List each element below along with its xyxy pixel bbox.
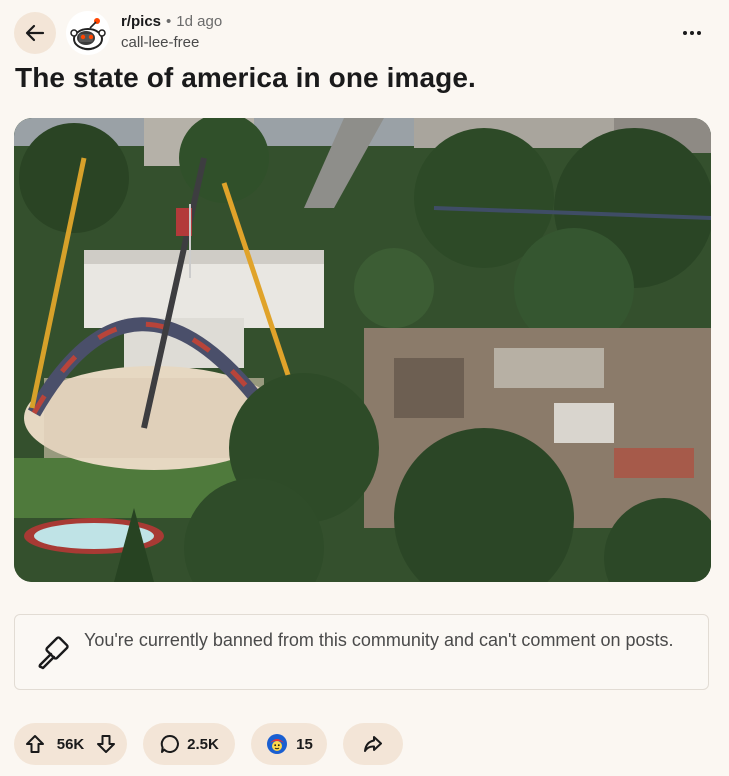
ellipsis-horizontal-icon (683, 31, 701, 35)
downvote-button[interactable] (95, 733, 117, 755)
post-action-bar: 56K 2.5K 15 (14, 723, 403, 765)
share-arrow-icon (364, 736, 382, 752)
comment-count: 2.5K (187, 735, 219, 753)
speech-bubble-icon (161, 734, 180, 753)
banned-notice-text: You're currently banned from this commun… (84, 630, 674, 650)
more-options-button[interactable] (677, 18, 707, 48)
subreddit-name[interactable]: r/pics (121, 13, 161, 32)
comments-button[interactable]: 2.5K (143, 723, 235, 765)
award-face-icon (267, 734, 288, 754)
vote-count: 56K (56, 735, 85, 753)
share-button[interactable] (343, 723, 403, 765)
back-button[interactable] (14, 12, 56, 54)
post-image[interactable] (14, 118, 711, 582)
arrow-down-icon (97, 735, 115, 753)
post-title: The state of america in one image. (15, 62, 476, 93)
aerial-photo-illustration (14, 118, 711, 582)
reddit-snoo-icon (66, 11, 110, 55)
hammer-icon (38, 636, 69, 670)
post-meta: r/pics • 1d ago call-lee-free (121, 13, 222, 53)
vote-controls: 56K (14, 723, 127, 765)
subreddit-avatar[interactable] (66, 11, 110, 55)
meta-separator: • (166, 13, 172, 30)
arrow-left-icon (25, 24, 45, 42)
post-age: 1d ago (176, 13, 223, 30)
award-button[interactable]: 15 (251, 723, 327, 765)
award-count: 15 (296, 735, 313, 753)
post-author[interactable]: call-lee-free (121, 34, 222, 53)
banned-notice: You're currently banned from this commun… (14, 614, 709, 690)
arrow-up-icon (26, 735, 44, 753)
upvote-button[interactable] (24, 733, 46, 755)
